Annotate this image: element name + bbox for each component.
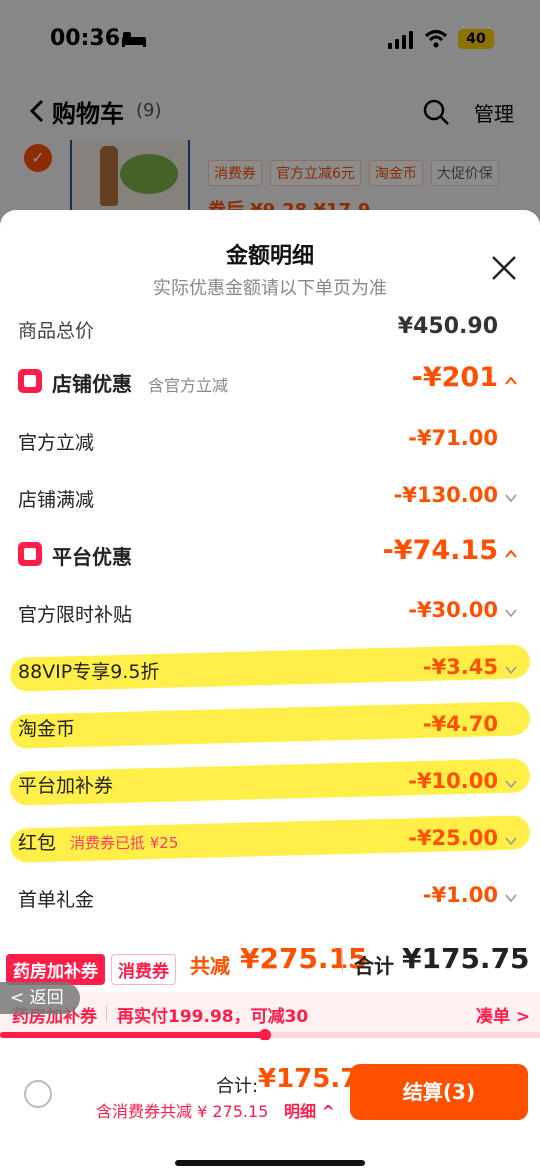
promo-progress-fill <box>0 1032 265 1038</box>
home-indicator <box>175 1160 365 1166</box>
platform-coupon-label: 平台加补券 <box>18 775 114 797</box>
add-items-link[interactable]: 凑单 > <box>476 1002 530 1027</box>
pharmacy-coupon-tag: 药房加补券 <box>6 954 105 985</box>
limited-subsidy-amount: -¥30.00 <box>408 598 498 622</box>
consumption-coupon-tag: 消费券 <box>111 954 176 985</box>
first-order-amount: -¥1.00 <box>422 883 498 907</box>
goods-total-amount: ¥450.90 <box>397 314 498 339</box>
shop-icon <box>18 369 42 393</box>
shop-full-cut-row[interactable]: 店铺满减 -¥130.00 <box>0 479 540 519</box>
select-all-checkbox[interactable] <box>24 1080 52 1108</box>
sheet-subtitle: 实际优惠金额请以下单页为准 <box>153 278 387 299</box>
shop-discount-label: 店铺优惠 <box>52 372 132 396</box>
first-order-row[interactable]: 首单礼金 -¥1.00 <box>0 879 540 919</box>
goods-total-row: 商品总价 ¥450.90 <box>0 308 540 348</box>
checkout-button[interactable]: 结算(3) <box>350 1064 528 1120</box>
red-packet-row[interactable]: 红包 消费券已抵 ¥25 -¥25.00 <box>0 822 540 862</box>
coins-label: 淘金币 <box>18 718 76 740</box>
platform-discount-row[interactable]: 平台优惠 -¥74.15 <box>0 535 540 575</box>
amount-detail-sheet: 金额明细 实际优惠金额请以下单页为准 商品总价 ¥450.90 店铺优惠 含官方… <box>0 210 540 1170</box>
chevron-up-icon[interactable] <box>504 547 518 561</box>
sheet-title: 金额明细 <box>225 244 314 269</box>
shop-full-cut-label: 店铺满减 <box>18 489 95 511</box>
total-value: ¥175.75 <box>402 942 530 975</box>
platform-discount-label: 平台优惠 <box>52 545 132 569</box>
coins-amount: -¥4.70 <box>422 712 498 736</box>
coins-row: 淘金币 -¥4.70 <box>0 708 540 748</box>
detail-toggle[interactable]: 明细 ^ <box>284 1098 335 1122</box>
promo-bar[interactable]: 药房加补券 再实付199.98，可减30 凑单 > <box>0 992 540 1036</box>
shop-full-cut-amount: -¥130.00 <box>393 483 498 507</box>
platform-coupon-amount: -¥10.00 <box>408 769 498 793</box>
chevron-down-icon[interactable] <box>504 834 518 848</box>
vip-row[interactable]: 88VIP专享9.5折 -¥3.45 <box>0 651 540 691</box>
red-packet-note: 消费券已抵 ¥25 <box>70 834 179 852</box>
checkout-bar: 合计: ¥175.75 含消费券共减 ¥ 275.15 明细 ^ 结算(3) <box>0 1040 540 1170</box>
total-reduce-value: ¥275.15 <box>240 942 368 975</box>
chevron-down-icon[interactable] <box>504 891 518 905</box>
promo-progress-bar <box>0 1029 540 1041</box>
official-cut-amount: -¥71.00 <box>408 426 498 450</box>
official-cut-label: 官方立减 <box>18 432 95 454</box>
chevron-down-icon[interactable] <box>504 777 518 791</box>
chevron-down-icon[interactable] <box>504 663 518 677</box>
chevron-down-icon[interactable] <box>504 491 518 505</box>
limited-subsidy-label: 官方限时补贴 <box>18 604 133 626</box>
shop-discount-amount: -¥201 <box>411 362 498 393</box>
checkout-total-label: 合计: <box>216 1076 259 1097</box>
vip-label: 88VIP专享9.5折 <box>18 661 160 683</box>
chevron-down-icon[interactable] <box>504 606 518 620</box>
limited-subsidy-row[interactable]: 官方限时补贴 -¥30.00 <box>0 594 540 634</box>
pharmacy-tags: 药房加补券 消费券 <box>6 954 176 985</box>
total-label: 合计 <box>354 954 394 978</box>
platform-coupon-row[interactable]: 平台加补券 -¥10.00 <box>0 765 540 805</box>
platform-discount-amount: -¥74.15 <box>382 535 498 566</box>
checkout-discount-summary: 含消费券共减 ¥ 275.15 <box>96 1102 269 1121</box>
platform-icon <box>18 542 42 566</box>
goods-total-label: 商品总价 <box>18 320 95 342</box>
promo-text: 再实付199.98，可减30 <box>117 1007 309 1027</box>
chevron-up-icon[interactable] <box>504 374 518 388</box>
total-reduce-label: 共减 <box>190 954 230 978</box>
official-cut-row: 官方立减 -¥71.00 <box>0 422 540 462</box>
divider <box>106 1006 107 1022</box>
red-packet-amount: -¥25.00 <box>408 826 498 850</box>
first-order-label: 首单礼金 <box>18 889 95 911</box>
divider <box>342 950 343 972</box>
shop-discount-note: 含官方立减 <box>148 376 229 395</box>
shop-discount-row[interactable]: 店铺优惠 含官方立减 -¥201 <box>0 362 540 402</box>
vip-amount: -¥3.45 <box>422 655 498 679</box>
red-packet-label: 红包 <box>18 832 57 854</box>
return-button[interactable]: < 返回 <box>0 982 80 1014</box>
close-icon[interactable] <box>490 254 518 282</box>
